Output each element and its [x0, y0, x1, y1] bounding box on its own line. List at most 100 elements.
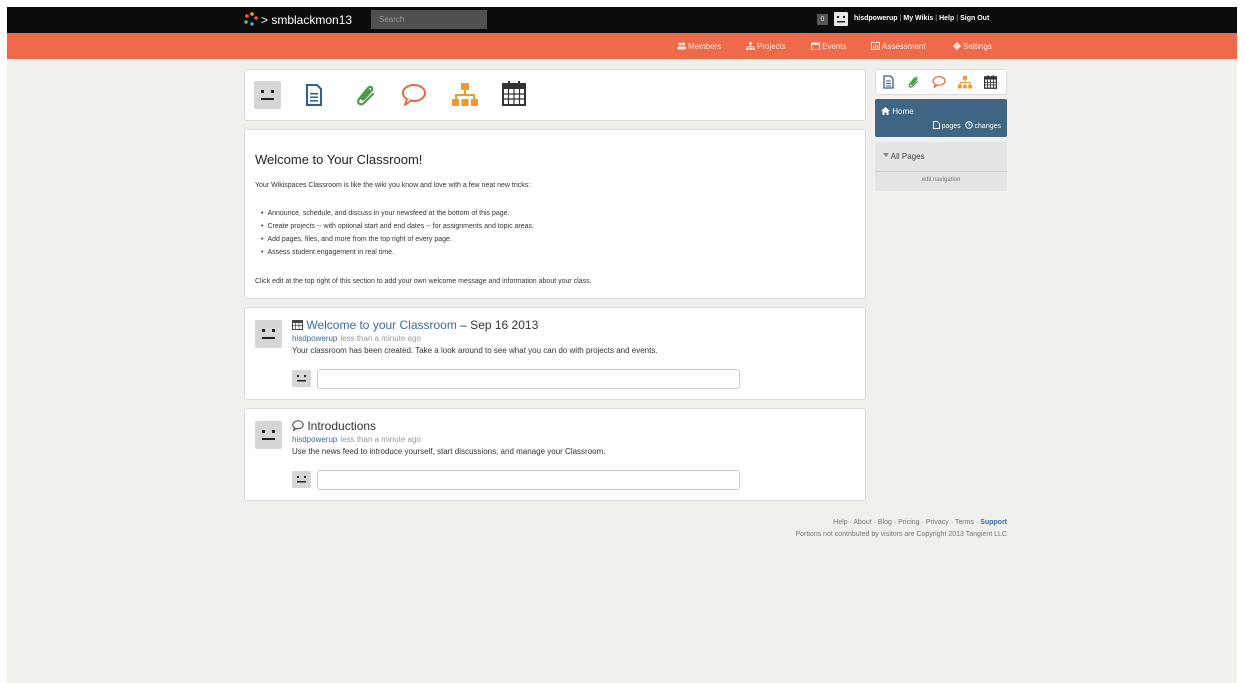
footer-about-link[interactable]: About — [853, 519, 871, 526]
home-link[interactable]: Home — [881, 107, 914, 116]
nav-projects[interactable]: Projects — [746, 42, 786, 51]
welcome-tip: Create projects -- with optional start a… — [261, 220, 534, 233]
feed-avatar[interactable] — [255, 421, 282, 449]
welcome-intro: Your Wikispaces Classroom is like the wi… — [255, 182, 531, 189]
notification-count-badge[interactable]: 0 — [817, 14, 828, 25]
nav-members[interactable]: Members — [677, 42, 721, 51]
nav-assessment[interactable]: Assessment — [871, 42, 926, 51]
welcome-title: Welcome to Your Classroom! — [255, 152, 423, 167]
home-label: Home — [892, 107, 914, 116]
wiki-name-link[interactable]: > smblackmon13 — [261, 12, 352, 28]
add-content-toolbar — [244, 69, 866, 121]
clock-icon — [964, 121, 973, 129]
avatar-face-icon — [262, 430, 275, 440]
speech-bubble-icon — [292, 420, 304, 432]
feed-date: – Sep 16 2013 — [456, 318, 539, 332]
sidebar-divider — [875, 171, 1007, 172]
help-link[interactable]: Help — [939, 15, 954, 22]
avatar-face-icon — [297, 476, 306, 483]
reply-input[interactable] — [317, 369, 740, 389]
nav-members-label: Members — [688, 42, 722, 51]
members-icon — [677, 42, 686, 50]
sidebar-navigation: All Pages edit navigation — [875, 142, 1007, 191]
welcome-tip: Add pages, files, and more from the top … — [261, 233, 534, 246]
feed-item: Introductions hisdpowerup less than a min… — [244, 408, 866, 501]
home-links: pages changes — [932, 121, 1001, 130]
username-link[interactable]: hisdpowerup — [854, 15, 898, 22]
feed-title: Introductions — [292, 419, 376, 433]
footer-blog-link[interactable]: Blog — [878, 519, 892, 526]
home-icon — [881, 107, 890, 115]
footer-support-link[interactable]: Support — [980, 519, 1007, 526]
footer-terms-link[interactable]: Terms — [955, 519, 974, 526]
calendar-icon[interactable] — [502, 81, 526, 106]
avatar-face-icon — [262, 329, 275, 339]
feed-body: Your classroom has been created. Take a … — [292, 346, 658, 355]
welcome-tip: Announce, schedule, and discuss in your … — [261, 207, 534, 220]
feed-title-text[interactable]: Introductions — [307, 419, 376, 433]
calendar-icon — [292, 320, 303, 330]
reply-input[interactable] — [317, 470, 740, 490]
search-input[interactable] — [371, 10, 487, 29]
feed-item: Welcome to your Classroom – Sep 16 2013 … — [244, 307, 866, 400]
gear-icon — [953, 42, 961, 50]
project-hierarchy-icon[interactable] — [452, 83, 478, 107]
sidebar-home-box: Home pages changes — [875, 99, 1007, 137]
paperclip-icon[interactable] — [354, 82, 378, 108]
project-hierarchy-icon[interactable] — [958, 76, 972, 89]
reply-avatar — [292, 370, 311, 387]
pages-label: pages — [941, 123, 961, 130]
all-pages-toggle[interactable]: All Pages — [883, 152, 925, 161]
speech-bubble-icon[interactable] — [932, 75, 946, 89]
changes-link[interactable]: changes — [964, 121, 1001, 130]
pages-link[interactable]: pages — [932, 121, 961, 130]
top-bar: > smblackmon13 0 hisdpowerup|My Wikis|He… — [7, 7, 1237, 33]
changes-label: changes — [974, 123, 1001, 130]
nav-projects-label: Projects — [757, 42, 786, 51]
speech-bubble-icon[interactable] — [401, 83, 427, 107]
avatar-face-icon — [837, 16, 845, 23]
footer-pricing-link[interactable]: Pricing — [898, 519, 919, 526]
footer-links: Help · About · Blog · Pricing · Privacy … — [833, 519, 1007, 526]
feed-author-link[interactable]: hisdpowerup — [292, 334, 337, 343]
welcome-footer-text: Click edit at the top right of this sect… — [255, 278, 592, 285]
paperclip-icon[interactable] — [907, 75, 920, 89]
calendar-icon[interactable] — [984, 75, 997, 89]
feed-avatar[interactable] — [255, 320, 282, 348]
nav-events-label: Events — [822, 42, 847, 51]
sidebar-toolbar — [875, 69, 1007, 95]
welcome-tips-list: Announce, schedule, and discuss in your … — [261, 207, 534, 259]
avatar-face-icon — [261, 90, 274, 100]
feed-body: Use the news feed to introduce yourself,… — [292, 447, 606, 456]
footer-help-link[interactable]: Help — [833, 519, 847, 526]
feed-timestamp: less than a minute ago — [340, 435, 421, 444]
avatar-face-icon — [297, 375, 306, 382]
app-shell: > smblackmon13 0 hisdpowerup|My Wikis|He… — [7, 7, 1237, 683]
projects-icon — [746, 42, 755, 50]
welcome-section: Welcome to Your Classroom! Your Wikispac… — [244, 129, 866, 299]
account-links: hisdpowerup | My Wikis | Help | Sign Out — [854, 15, 990, 22]
nav-settings[interactable]: Settings — [953, 42, 992, 51]
nav-events[interactable]: Events — [811, 42, 846, 51]
feed-title-link[interactable]: Welcome to your Classroom — [306, 318, 457, 332]
nav-assessment-label: Assessment — [882, 42, 926, 51]
page-icon[interactable] — [883, 75, 894, 89]
sign-out-link[interactable]: Sign Out — [960, 15, 989, 22]
all-pages-label: All Pages — [890, 152, 925, 161]
feed-title: Welcome to your Classroom – Sep 16 2013 — [292, 318, 538, 332]
feed-meta: hisdpowerup less than a minute ago — [292, 334, 421, 343]
edit-navigation-link[interactable]: edit navigation — [875, 177, 1007, 183]
wikispaces-logo-icon[interactable] — [243, 12, 263, 28]
user-avatar[interactable] — [834, 12, 848, 26]
nav-settings-label: Settings — [963, 42, 992, 51]
user-avatar-tool[interactable] — [254, 81, 281, 109]
events-calendar-icon — [811, 42, 820, 51]
caret-down-icon — [883, 153, 889, 157]
feed-meta: hisdpowerup less than a minute ago — [292, 435, 421, 444]
feed-author-link[interactable]: hisdpowerup — [292, 435, 337, 444]
feed-timestamp: less than a minute ago — [340, 334, 421, 343]
footer-privacy-link[interactable]: Privacy — [926, 519, 949, 526]
page-icon[interactable] — [305, 84, 323, 106]
my-wikis-link[interactable]: My Wikis — [903, 15, 933, 22]
footer-copyright: Portions not contributed by visitors are… — [795, 531, 1007, 538]
